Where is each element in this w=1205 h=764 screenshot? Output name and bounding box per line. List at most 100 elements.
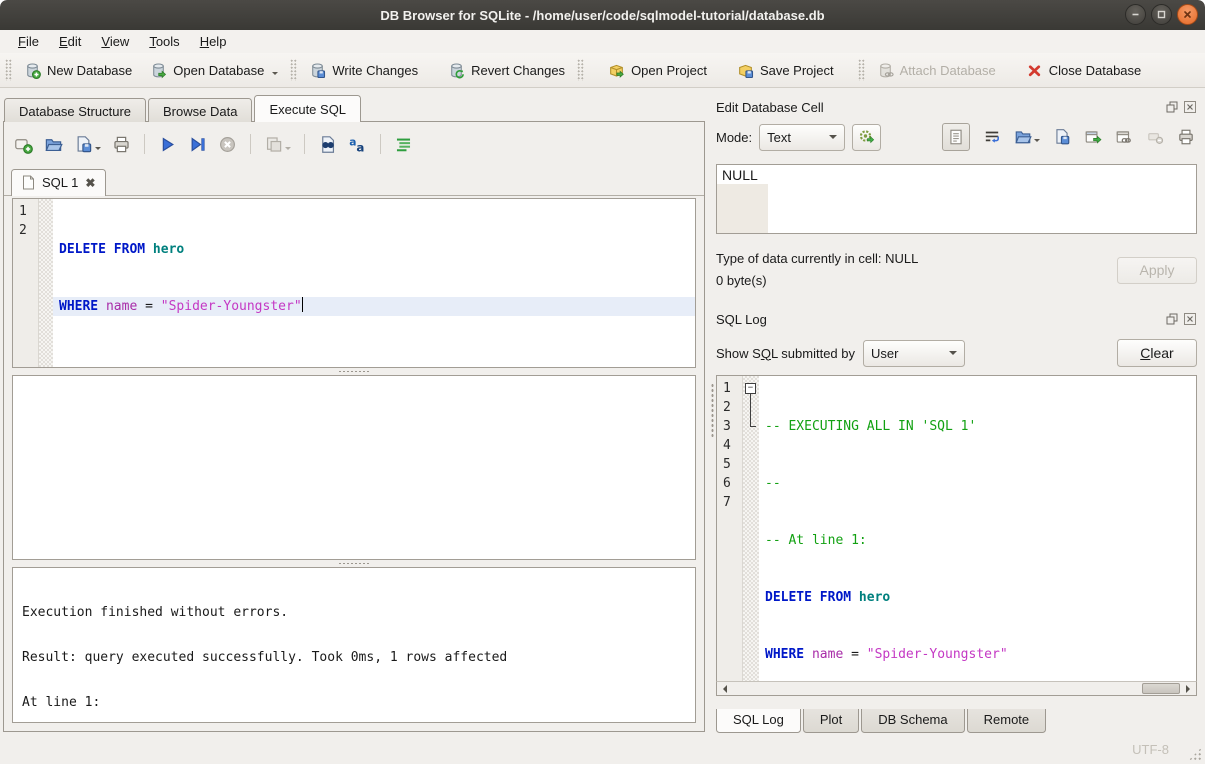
open-file-icon xyxy=(1014,128,1032,146)
close-dock-button[interactable] xyxy=(1183,100,1197,114)
menubar: File Edit View Tools Help xyxy=(0,30,1205,53)
line-number: 2 xyxy=(723,398,742,417)
maximize-icon xyxy=(1156,9,1167,20)
document-icon xyxy=(22,175,35,190)
save-project-button[interactable]: Save Project xyxy=(728,57,843,84)
mode-combobox[interactable]: Text xyxy=(759,124,845,151)
clear-log-button[interactable]: Clear xyxy=(1117,339,1197,367)
log-horizontal-scrollbar[interactable] xyxy=(716,681,1197,696)
dock-tab-db-schema[interactable]: DB Schema xyxy=(861,709,964,733)
execute-current-line-button[interactable] xyxy=(188,135,207,154)
dock-tab-plot[interactable]: Plot xyxy=(803,709,859,733)
export-cell-data-button[interactable] xyxy=(1053,128,1071,146)
import-cell-data-button[interactable] xyxy=(1014,128,1040,146)
save-sql-file-button[interactable] xyxy=(74,135,101,154)
sql-editor[interactable]: 1 2 DELETE FROM hero WHERE name = "Spide… xyxy=(12,198,696,368)
fold-margin xyxy=(39,199,53,367)
execute-all-button[interactable] xyxy=(158,135,177,154)
print-sql-button[interactable] xyxy=(112,135,131,154)
copy-link-button[interactable] xyxy=(1115,128,1133,146)
close-button[interactable] xyxy=(1177,4,1198,25)
open-project-button[interactable]: Open Project xyxy=(599,57,716,84)
sql-log-viewer[interactable]: 1 2 3 4 5 6 7 -- EXECUTING ALL IN 'SQL 1… xyxy=(716,375,1197,681)
save-sql-dropdown-icon[interactable] xyxy=(95,147,101,153)
scroll-right-icon[interactable] xyxy=(1186,685,1194,693)
stop-icon xyxy=(218,135,237,154)
clear-label: Clear xyxy=(1140,345,1173,361)
main-toolbar: New Database Open Database Write Changes xyxy=(0,53,1205,88)
set-null-icon xyxy=(1146,128,1164,146)
chevron-down-icon xyxy=(949,351,957,359)
tab-browse-data[interactable]: Browse Data xyxy=(148,98,252,122)
auto-apply-button[interactable] xyxy=(852,124,881,151)
save-file-icon xyxy=(1053,128,1071,146)
menu-tools[interactable]: Tools xyxy=(139,32,189,52)
float-dock-button[interactable] xyxy=(1165,100,1179,114)
message-line: Result: query executed successfully. Too… xyxy=(22,650,686,665)
horizontal-splitter[interactable] xyxy=(4,560,704,567)
revert-changes-label: Revert Changes xyxy=(471,63,565,78)
text-mode-button[interactable] xyxy=(942,123,970,151)
app-window: DB Browser for SQLite - /home/user/code/… xyxy=(0,0,1205,764)
svg-text:a: a xyxy=(356,140,364,153)
line-number: 7 xyxy=(723,493,742,512)
titlebar[interactable]: DB Browser for SQLite - /home/user/code/… xyxy=(0,0,1205,30)
open-in-external-button[interactable] xyxy=(1084,128,1102,146)
close-database-button[interactable]: Close Database xyxy=(1017,57,1151,84)
log-line: -- EXECUTING ALL IN 'SQL 1' xyxy=(759,417,1196,436)
scroll-left-icon[interactable] xyxy=(719,685,727,693)
find-button[interactable] xyxy=(318,135,337,154)
word-wrap-button[interactable] xyxy=(983,128,1001,146)
float-icon xyxy=(1166,101,1178,113)
gear-apply-icon xyxy=(858,128,876,146)
resize-grip[interactable] xyxy=(1188,747,1202,761)
copy-tab-dropdown-icon xyxy=(285,147,291,153)
apply-button: Apply xyxy=(1117,257,1197,284)
sql-document-tab[interactable]: SQL 1 ✖ xyxy=(11,169,106,196)
open-sql-file-button[interactable] xyxy=(44,135,63,154)
minimize-button[interactable] xyxy=(1125,4,1146,25)
sql-tab-label: SQL 1 xyxy=(42,175,78,190)
maximize-button[interactable] xyxy=(1151,4,1172,25)
submitter-combobox[interactable]: User xyxy=(863,340,965,367)
menu-help[interactable]: Help xyxy=(190,32,237,52)
open-database-dropdown-icon[interactable] xyxy=(272,72,278,78)
scrollbar-thumb[interactable] xyxy=(1142,683,1180,694)
sql-identifier: name xyxy=(106,299,137,314)
execution-message-pane[interactable]: Execution finished without errors. Resul… xyxy=(12,567,696,723)
fold-collapse-icon[interactable] xyxy=(745,383,756,394)
dock-tab-remote[interactable]: Remote xyxy=(967,709,1047,733)
left-panel: Database Structure Browse Data Execute S… xyxy=(0,88,708,734)
revert-changes-button[interactable]: Revert Changes xyxy=(439,57,574,84)
new-sql-tab-button[interactable] xyxy=(14,135,33,154)
horizontal-splitter[interactable] xyxy=(4,368,704,375)
menu-file[interactable]: File xyxy=(8,32,49,52)
window-title: DB Browser for SQLite - /home/user/code/… xyxy=(380,8,824,23)
close-tab-icon[interactable]: ✖ xyxy=(85,177,95,189)
toolbar-separator xyxy=(577,59,584,81)
write-changes-button[interactable]: Write Changes xyxy=(300,57,427,84)
float-dock-button[interactable] xyxy=(1165,312,1179,326)
find-icon xyxy=(318,135,337,154)
tab-database-structure[interactable]: Database Structure xyxy=(4,98,146,122)
cell-editor[interactable]: NULL xyxy=(716,164,1197,234)
new-database-button[interactable]: New Database xyxy=(15,57,141,84)
auto-completion-button[interactable]: a a xyxy=(348,135,367,154)
toolbar-drag-handle[interactable] xyxy=(5,59,12,81)
toolbar-drag-handle[interactable] xyxy=(858,59,865,81)
query-results-pane[interactable] xyxy=(12,375,696,560)
database-save-icon xyxy=(309,62,326,79)
dock-tab-sql-log[interactable]: SQL Log xyxy=(716,709,801,733)
import-dropdown-icon[interactable] xyxy=(1034,139,1040,145)
log-fold-margin xyxy=(743,376,759,681)
format-sql-button[interactable] xyxy=(394,135,413,154)
close-dock-button[interactable] xyxy=(1183,312,1197,326)
menu-edit[interactable]: Edit xyxy=(49,32,91,52)
open-database-button[interactable]: Open Database xyxy=(141,57,287,84)
svg-text:a: a xyxy=(349,135,356,148)
vertical-splitter[interactable] xyxy=(708,88,716,734)
print-cell-button[interactable] xyxy=(1177,128,1195,146)
menu-view[interactable]: View xyxy=(91,32,139,52)
tab-execute-sql[interactable]: Execute SQL xyxy=(254,95,361,122)
sql-code-area[interactable]: DELETE FROM hero WHERE name = "Spider-Yo… xyxy=(53,199,695,367)
